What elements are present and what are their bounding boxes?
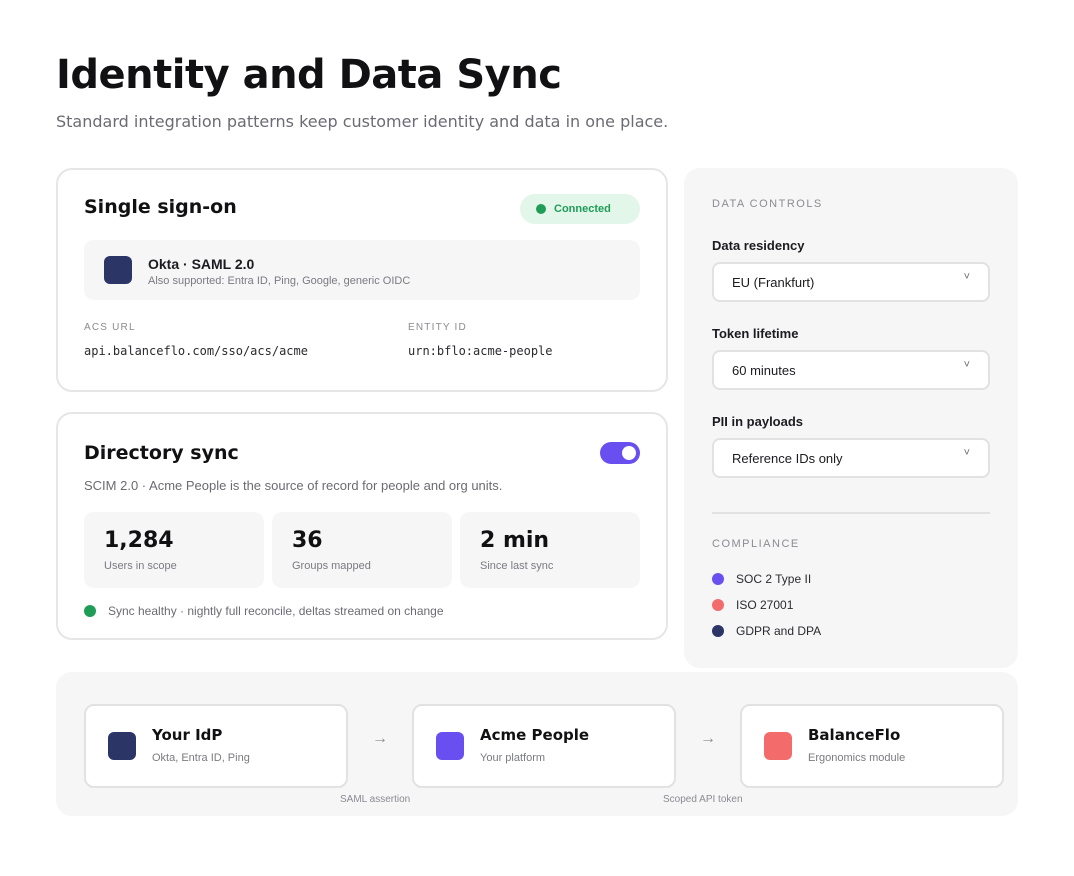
data-residency-value: EU (Frankfurt)	[732, 275, 815, 290]
compliance-dot-icon	[712, 599, 724, 611]
compliance-dot-icon	[712, 573, 724, 585]
flow-node-acme-people[interactable]: Acme People Your platform	[412, 704, 676, 788]
compliance-item: ISO 27001	[712, 598, 793, 612]
stat-value: 36	[292, 528, 323, 553]
compliance-label: ISO 27001	[736, 598, 794, 612]
pii-payloads-label: PII in payloads	[712, 414, 804, 429]
idp-logo-icon	[108, 732, 136, 760]
directory-sync-toggle[interactable]	[600, 442, 640, 464]
data-controls-panel: DATA CONTROLS Data residency EU (Frankfu…	[684, 168, 1018, 668]
stat-label: Since last sync	[480, 560, 554, 572]
sso-card: Single sign-on Connected Okta · SAML 2.0…	[56, 168, 668, 392]
compliance-item: SOC 2 Type II	[712, 572, 811, 586]
token-lifetime-value: 60 minutes	[732, 363, 796, 378]
compliance-label: SOC 2 Type II	[736, 572, 812, 586]
stat-groups: 36 Groups mapped	[272, 512, 452, 588]
edge-label-api-token: Scoped API token	[663, 794, 743, 805]
edge-label-saml: SAML assertion	[340, 794, 411, 805]
flow-node-balanceflo[interactable]: BalanceFlo Ergonomics module	[740, 704, 1004, 788]
token-lifetime-label: Token lifetime	[712, 326, 799, 341]
flow-node-title: Your IdP	[152, 726, 223, 744]
status-badge-label: Connected	[554, 203, 611, 215]
health-dot-icon	[84, 605, 96, 617]
platform-logo-icon	[436, 732, 464, 760]
compliance-item: GDPR and DPA	[712, 624, 821, 638]
entity-id-label: ENTITY ID	[408, 322, 467, 333]
chevron-down-icon: ˅	[963, 271, 970, 283]
pii-payloads-select[interactable]: Reference IDs only ˅	[712, 438, 990, 478]
directory-sync-title: Directory sync	[84, 442, 239, 464]
flow-node-title: Acme People	[480, 726, 590, 744]
stat-value: 1,284	[104, 528, 174, 553]
data-residency-label: Data residency	[712, 238, 805, 253]
stat-last-sync: 2 min Since last sync	[460, 512, 640, 588]
integration-flow: Your IdP Okta, Entra ID, Ping → SAML ass…	[56, 672, 1018, 816]
flow-node-subtitle: Ergonomics module	[808, 752, 906, 764]
sso-title: Single sign-on	[84, 196, 237, 218]
connected-status-badge: Connected	[520, 194, 640, 224]
stat-label: Groups mapped	[292, 560, 371, 572]
directory-sync-card: Directory sync SCIM 2.0 · Acme People is…	[56, 412, 668, 640]
page-subtitle: Standard integration patterns keep custo…	[56, 112, 669, 131]
chevron-down-icon: ˅	[963, 359, 970, 371]
flow-node-title: BalanceFlo	[808, 726, 901, 744]
acs-url-label: ACS URL	[84, 322, 136, 333]
compliance-heading: COMPLIANCE	[712, 538, 800, 550]
chevron-down-icon: ˅	[963, 447, 970, 459]
page-title: Identity and Data Sync	[56, 52, 562, 98]
stat-value: 2 min	[480, 528, 550, 553]
provider-logo-icon	[104, 256, 132, 284]
stat-users: 1,284 Users in scope	[84, 512, 264, 588]
compliance-label: GDPR and DPA	[736, 624, 822, 638]
acs-url-value[interactable]: api.balanceflo.com/sso/acs/acme	[84, 344, 308, 358]
entity-id-value[interactable]: urn:bflo:acme-people	[408, 344, 553, 358]
flow-node-idp[interactable]: Your IdP Okta, Entra ID, Ping	[84, 704, 348, 788]
sync-health-text: Sync healthy · nightly full reconcile, d…	[108, 604, 444, 618]
arrow-right-icon: →	[700, 730, 716, 747]
directory-sync-description: SCIM 2.0 · Acme People is the source of …	[84, 478, 503, 493]
toggle-knob	[622, 446, 636, 460]
flow-node-subtitle: Okta, Entra ID, Ping	[152, 752, 250, 764]
arrow-right-icon: →	[372, 730, 388, 747]
compliance-dot-icon	[712, 625, 724, 637]
data-controls-heading: DATA CONTROLS	[712, 198, 823, 210]
provider-also-supported: Also supported: Entra ID, Ping, Google, …	[148, 275, 411, 287]
flow-node-subtitle: Your platform	[480, 752, 546, 764]
status-dot-icon	[536, 204, 546, 214]
divider	[712, 512, 990, 514]
balanceflo-logo-icon	[764, 732, 792, 760]
identity-provider-row[interactable]: Okta · SAML 2.0 Also supported: Entra ID…	[84, 240, 640, 300]
provider-name: Okta · SAML 2.0	[148, 256, 255, 272]
pii-payloads-value: Reference IDs only	[732, 451, 843, 466]
sync-health-status: Sync healthy · nightly full reconcile, d…	[84, 604, 444, 618]
token-lifetime-select[interactable]: 60 minutes ˅	[712, 350, 990, 390]
stat-label: Users in scope	[104, 560, 177, 572]
data-residency-select[interactable]: EU (Frankfurt) ˅	[712, 262, 990, 302]
